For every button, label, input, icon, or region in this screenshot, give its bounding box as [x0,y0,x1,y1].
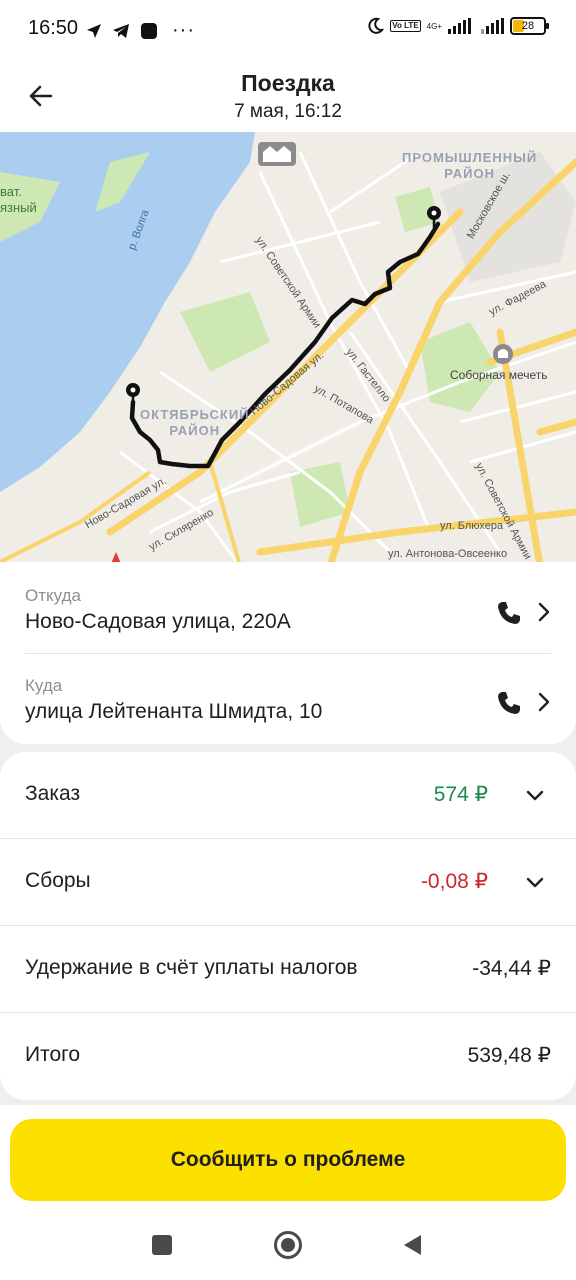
address-divider [25,653,551,654]
address-to-value: улица Лейтенанта Шмидта, 10 [25,700,323,723]
status-notification-icons: ··· [86,19,195,42]
square-icon [152,1235,172,1255]
volte-icon: Vo LTE [390,20,421,32]
chevron-right-icon[interactable] [534,600,554,624]
trip-route-map[interactable]: ПРОМЫШЛЕННЫЙ РАЙОН ОКТЯБРЬСКИЙ РАЙОН р. Во… [0,132,576,566]
status-time: 16:50 [28,17,79,39]
address-from-value: Ново-Садовая улица, 220А [25,610,291,633]
district-label-oktyabrsky: ОКТЯБРЬСКИЙ РАЙОН [140,407,250,438]
telegram-icon [113,23,129,38]
fees-value: -0,08 ₽ [420,870,488,893]
fees-row[interactable]: Сборы -0,08 ₽ [0,839,576,925]
order-label: Заказ [25,782,81,805]
tax-label: Удержание в счёт уплаты налогов [25,956,358,979]
chevron-down-icon[interactable] [524,873,546,893]
more-notifications-icon: ··· [172,19,195,41]
order-row[interactable]: Заказ 574 ₽ [0,752,576,838]
address-to-label: Куда [25,676,63,695]
trip-datetime: 7 мая, 16:12 [234,101,342,122]
total-row: Итого 539,48 ₽ [0,1013,576,1099]
signal-icon [448,18,471,34]
system-nav-bar [0,1208,576,1280]
home-button[interactable] [268,1228,308,1262]
report-problem-button[interactable]: Сообщить о проблеме [10,1119,566,1201]
phone-icon[interactable] [494,688,524,718]
page-title: Поездка [241,70,335,96]
mosque-icon [493,344,513,364]
network-type-icon: 4G+ [426,21,442,31]
chevron-right-icon[interactable] [534,690,554,714]
tax-value: -34,44 ₽ [472,957,551,980]
total-label: Итого [25,1043,81,1066]
circle-icon [274,1231,302,1259]
page-header: Поездка 7 мая, 16:12 [0,58,576,132]
address-from-label: Откуда [25,586,81,605]
status-bar: 16:50 ··· Vo LTE 4G+ 28 [0,0,576,58]
map-label-vat: ват. [0,184,22,199]
map-label-blyukhera: ул. Блюхера [440,520,504,532]
total-value: 539,48 ₽ [467,1044,551,1067]
landmark-icon [258,142,296,166]
recent-apps-button[interactable] [142,1228,182,1262]
moon-icon [368,17,385,34]
triangle-back-icon [404,1235,421,1255]
battery-icon: 28 [510,17,549,35]
signal-2-icon [481,18,504,34]
map-label-antonova: ул. Антонова-Овсеенко [388,548,508,560]
app-square-icon [141,22,157,39]
phone-icon[interactable] [494,598,524,628]
order-value: 574 ₽ [433,783,488,806]
map-label-sobornaya: Соборная мечеть [450,368,548,382]
district-label-industrial: ПРОМЫШЛЕННЫЙ РАЙОН [402,150,538,181]
chevron-down-icon[interactable] [524,786,546,806]
address-from-row[interactable]: Откуда Ново-Садовая улица, 220А [0,566,576,654]
map-label-yazny: язный [0,200,37,215]
finance-card: Заказ 574 ₽ Сборы -0,08 ₽ Удержание в сч… [0,752,576,1100]
location-arrow-icon [87,23,101,38]
address-to-row[interactable]: Куда улица Лейтенанта Шмидта, 10 [0,656,576,744]
fees-label: Сборы [25,869,91,892]
status-system-icons: Vo LTE 4G+ 28 [366,17,549,35]
tax-row: Удержание в счёт уплаты налогов -34,44 ₽ [0,926,576,1012]
back-nav-button[interactable] [392,1228,432,1262]
